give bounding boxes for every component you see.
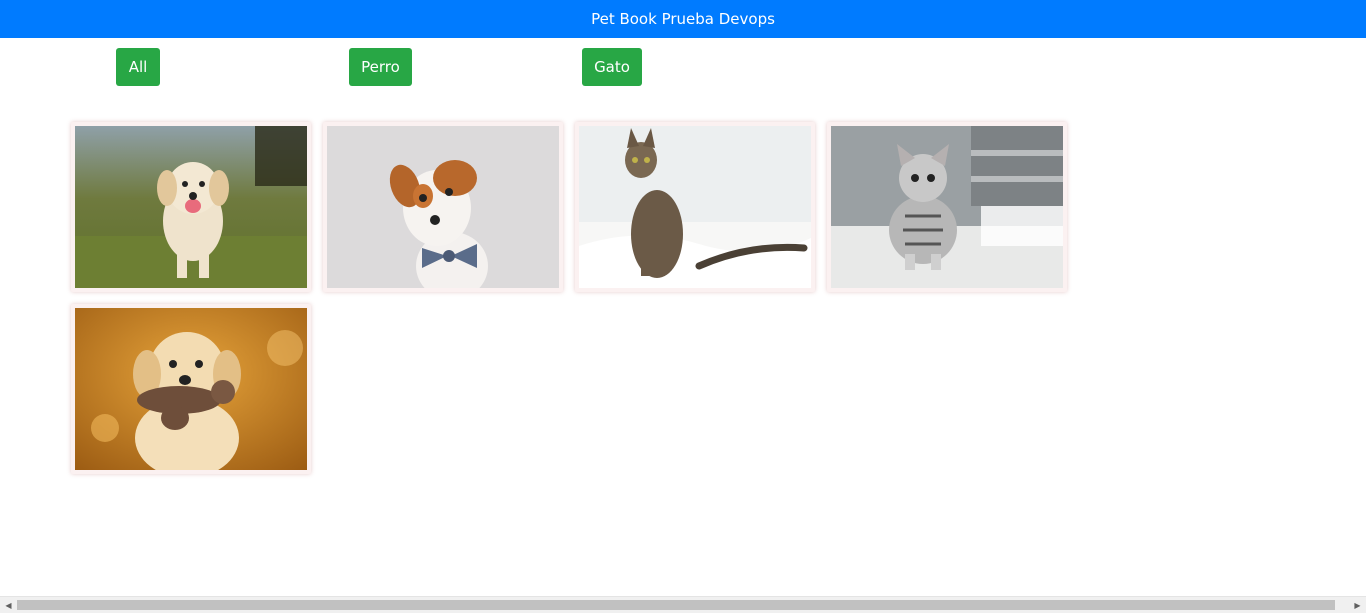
pet-photo-kitten (831, 126, 1063, 288)
pet-card[interactable] (827, 122, 1067, 292)
filter-all-button[interactable]: All (116, 48, 160, 86)
scroll-right-icon[interactable]: ▶ (1349, 597, 1366, 613)
horizontal-scrollbar[interactable]: ◀ ▶ (0, 596, 1366, 613)
pet-photo-dog-bowtie (327, 126, 559, 288)
pet-photo-golden-puppy (75, 126, 307, 288)
filter-gato-button[interactable]: Gato (582, 48, 642, 86)
pet-card[interactable] (575, 122, 815, 292)
pet-photo-tabby-cat (579, 126, 811, 288)
filter-perro-button[interactable]: Perro (349, 48, 412, 86)
app-header: Pet Book Prueba Devops (0, 0, 1366, 38)
app-title: Pet Book Prueba Devops (591, 10, 775, 28)
pet-card[interactable] (71, 304, 311, 474)
scrollbar-thumb[interactable] (17, 600, 1335, 610)
pet-photo-puppy-toy (75, 308, 307, 470)
pet-card[interactable] (71, 122, 311, 292)
scroll-left-icon[interactable]: ◀ (0, 597, 17, 613)
pet-card[interactable] (323, 122, 563, 292)
